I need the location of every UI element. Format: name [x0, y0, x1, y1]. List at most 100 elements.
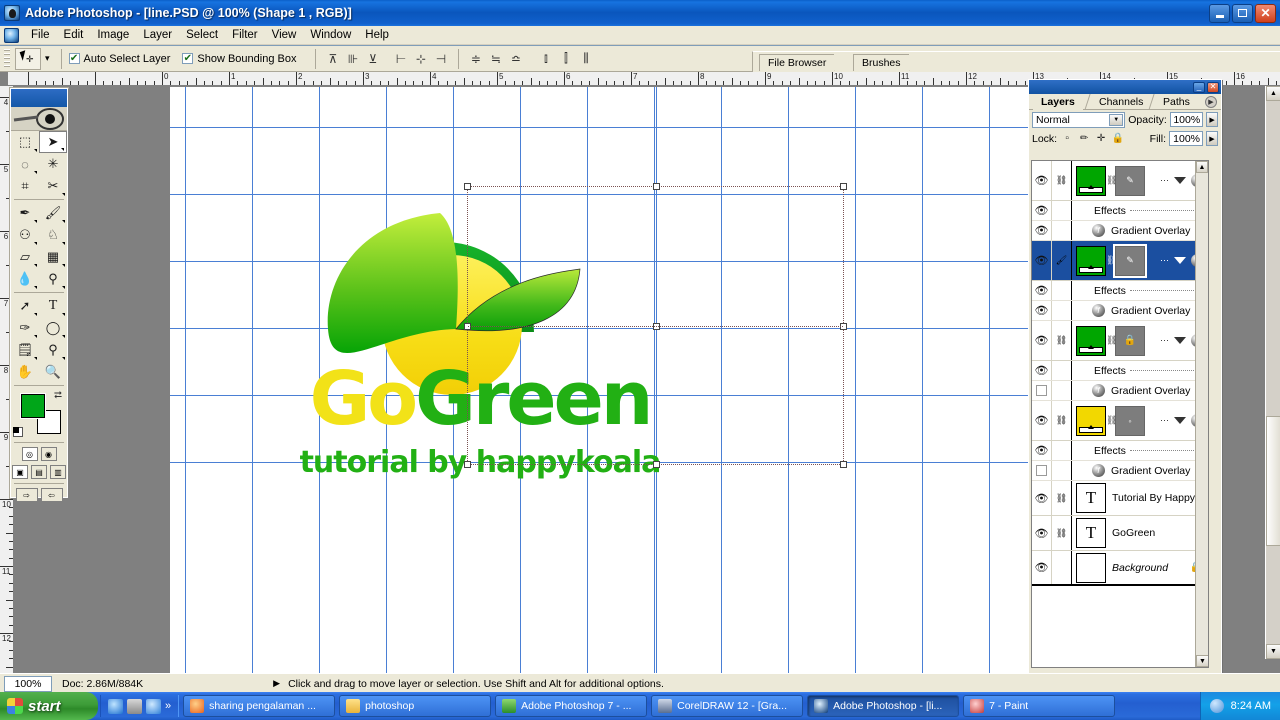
palette-menu-icon[interactable]: ▶	[1205, 96, 1217, 108]
distribute-horizontal-centers-button[interactable]: ⫿	[556, 49, 575, 68]
layer-visibility-toggle[interactable]: 👁	[1032, 321, 1052, 360]
menu-select[interactable]: Select	[179, 27, 225, 43]
scroll-down-button[interactable]: ▼	[1266, 644, 1280, 659]
effects-group-row[interactable]: 👁 Effects	[1032, 281, 1208, 301]
effect-visibility-toggle[interactable]: 👁	[1032, 301, 1052, 320]
eraser-tool[interactable]: ▱	[11, 246, 39, 268]
start-button[interactable]: start	[0, 692, 98, 720]
minimize-button[interactable]	[1209, 3, 1230, 23]
taskbar-item-photoshop-folder[interactable]: photoshop	[339, 695, 492, 717]
effect-item-row[interactable]: 👁 f Gradient Overlay	[1032, 221, 1208, 241]
ellipse-shape-tool[interactable]: ◯	[39, 317, 67, 339]
distribute-vertical-centers-button[interactable]: ≒	[486, 49, 505, 68]
move-tool[interactable]: ➤	[39, 131, 67, 153]
bbox-handle-bl[interactable]	[464, 461, 471, 468]
effects-group-row[interactable]: 👁 Effects	[1032, 201, 1208, 221]
quick-mask-mode-button[interactable]: ◉	[40, 447, 57, 461]
menu-file[interactable]: File	[24, 27, 57, 43]
taskbar-item-paint[interactable]: 7 - Paint	[963, 695, 1116, 717]
fill-input[interactable]: 100%	[1169, 131, 1203, 146]
chevron-down-icon[interactable]: ▼	[1109, 113, 1124, 126]
layer-name[interactable]: Tutorial By Happy...	[1112, 492, 1203, 504]
table-row[interactable]: 👁 ⛓ ⛓ ✎ ⋯ f	[1032, 161, 1208, 201]
tray-chevron-icon[interactable]	[1209, 699, 1224, 713]
layer-link-toggle[interactable]: ⛓	[1052, 401, 1072, 440]
layer-visibility-toggle[interactable]: 👁	[1032, 241, 1052, 280]
magic-wand-tool[interactable]: ✳	[39, 153, 67, 175]
tab-paths[interactable]: Paths	[1155, 94, 1198, 110]
document-info[interactable]: Doc: 2.86M/884K	[62, 678, 143, 690]
menu-help[interactable]: Help	[358, 27, 396, 43]
well-tab-brushes[interactable]: Brushes	[853, 54, 918, 72]
auto-select-layer-option[interactable]: ✔ Auto Select Layer	[68, 53, 170, 65]
history-brush-tool[interactable]: ♘	[39, 224, 67, 246]
vector-mask-thumbnail[interactable]: 🔒	[1115, 325, 1145, 356]
distribute-right-edges-button[interactable]: ⫼	[576, 49, 595, 68]
layer-name[interactable]: GoGreen	[1112, 527, 1155, 539]
notes-tool[interactable]: 🗒	[11, 339, 39, 361]
effects-group-row[interactable]: 👁 Effects	[1032, 361, 1208, 381]
effects-visibility-toggle[interactable]: 👁	[1032, 281, 1052, 300]
internet-explorer-icon[interactable]	[108, 698, 123, 714]
healing-brush-tool[interactable]: ✒	[11, 202, 39, 224]
slice-tool[interactable]: ✂	[39, 175, 67, 197]
document-vertical-scrollbar[interactable]: ▲ ▼	[1265, 86, 1280, 659]
selection-bounding-box[interactable]	[464, 183, 847, 468]
type-tool[interactable]: T	[39, 295, 67, 317]
table-row[interactable]: 👁 ⛓ ⛓ 🔒 ⋯ f	[1032, 321, 1208, 361]
layer-list-scroll-up-button[interactable]: ▲	[1196, 161, 1208, 173]
well-tab-file-browser[interactable]: File Browser	[759, 54, 844, 72]
table-row[interactable]: 👁 ⛓ T Tutorial By Happy...	[1032, 481, 1208, 516]
clock[interactable]: 8:24 AM	[1231, 700, 1271, 712]
vector-mask-thumbnail[interactable]: ✎	[1113, 243, 1147, 278]
bbox-handle-tc[interactable]	[653, 183, 660, 190]
tool-preset-chevron-down-icon[interactable]: ▾	[41, 53, 54, 64]
options-bar-grip[interactable]	[4, 48, 10, 69]
layers-palette-close-button[interactable]: ✕	[1207, 81, 1219, 93]
effect-item-row[interactable]: f Gradient Overlay	[1032, 461, 1208, 481]
layer-link-toggle[interactable]: ⛓	[1052, 516, 1072, 550]
clone-stamp-tool[interactable]: ⚇	[11, 224, 39, 246]
crop-tool[interactable]: ⌗	[11, 175, 39, 197]
taskbar-item-photoshop-active[interactable]: Adobe Photoshop - [li...	[807, 695, 960, 717]
align-left-edges-button[interactable]: ⊢	[391, 49, 410, 68]
distribute-bottom-edges-button[interactable]: ≏	[506, 49, 525, 68]
layer-thumbnail[interactable]	[1076, 405, 1106, 436]
chevron-double-icon[interactable]: »	[165, 700, 171, 712]
background-layer-thumbnail[interactable]	[1076, 552, 1106, 583]
distribute-top-edges-button[interactable]: ≑	[466, 49, 485, 68]
rectangular-marquee-tool[interactable]: ⬚	[11, 131, 39, 153]
align-top-edges-button[interactable]: ⊼	[323, 49, 342, 68]
eyedropper-tool[interactable]: ⚲	[39, 339, 67, 361]
layer-list[interactable]: 👁 ⛓ ⛓ ✎ ⋯ f 👁 Effects 👁 f Gradient Overl…	[1031, 160, 1209, 668]
effect-visibility-toggle[interactable]	[1032, 381, 1052, 400]
table-row[interactable]: 👁 ⛓ ⛓ ◦ ⋯ f	[1032, 401, 1208, 441]
menu-window[interactable]: Window	[303, 27, 358, 43]
layer-thumbnail[interactable]	[1076, 325, 1106, 356]
table-row[interactable]: 👁 ⛓ T GoGreen	[1032, 516, 1208, 551]
show-bounding-box-option[interactable]: ✔ Show Bounding Box	[182, 53, 296, 65]
opacity-slider-arrow-icon[interactable]: ▶	[1206, 112, 1219, 127]
status-expand-icon[interactable]: ▶	[273, 678, 280, 689]
current-tool-icon[interactable]	[15, 47, 41, 70]
align-right-edges-button[interactable]: ⊣	[431, 49, 450, 68]
layer-thumbnail[interactable]	[1076, 245, 1106, 276]
expand-effects-chevron-down-icon[interactable]	[1174, 257, 1186, 264]
menu-layer[interactable]: Layer	[136, 27, 179, 43]
bbox-handle-tl[interactable]	[464, 183, 471, 190]
tab-layers[interactable]: Layers	[1033, 94, 1083, 110]
layer-list-scroll-down-button[interactable]: ▼	[1196, 655, 1208, 667]
menu-edit[interactable]: Edit	[57, 27, 91, 43]
lock-image-icon[interactable]: ✏	[1077, 132, 1091, 146]
canvas-area[interactable]: GoGreen tutorial by happykoala	[15, 87, 1028, 673]
opacity-input[interactable]: 100%	[1169, 112, 1204, 127]
layer-link-toggle[interactable]: ⛓	[1052, 321, 1072, 360]
zoom-level-input[interactable]: 100%	[4, 675, 52, 692]
taskbar-item-coreldraw[interactable]: CorelDRAW 12 - [Gra...	[651, 695, 804, 717]
jump-back-icon[interactable]: ⇦	[40, 488, 63, 502]
menu-image[interactable]: Image	[90, 27, 136, 43]
layer-visibility-toggle[interactable]: 👁	[1032, 161, 1052, 200]
effects-visibility-toggle[interactable]: 👁	[1032, 361, 1052, 380]
taskbar-item-photoshop7[interactable]: Adobe Photoshop 7 - ...	[495, 695, 648, 717]
effect-visibility-toggle[interactable]	[1032, 461, 1052, 480]
